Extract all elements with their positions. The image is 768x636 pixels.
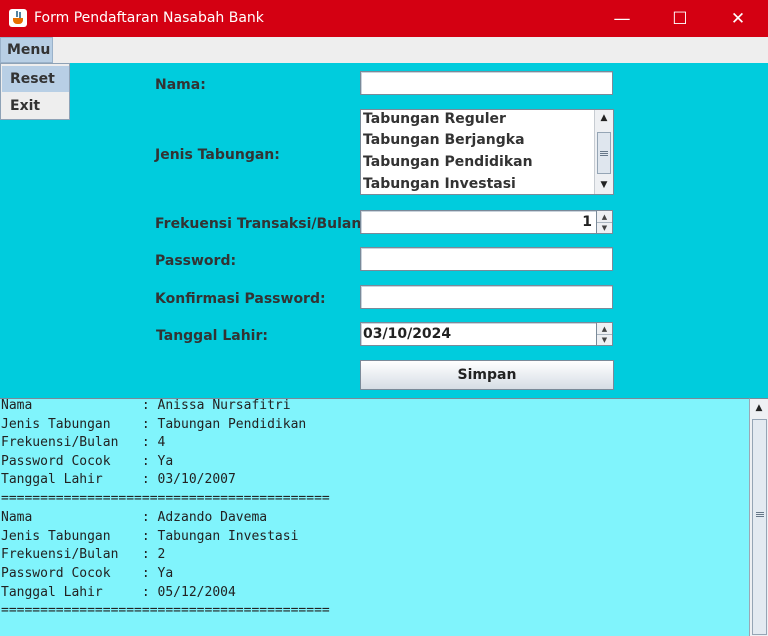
output-scrollbar[interactable]: ▲ — [749, 398, 768, 636]
output-line: Tanggal Lahir : 03/10/2007 — [1, 472, 236, 487]
jenis-tabungan-list[interactable]: Tabungan Reguler Tabungan Berjangka Tabu… — [360, 109, 614, 195]
output-separator: ========================================… — [1, 603, 330, 618]
output-line: Jenis Tabungan : Tabungan Investasi — [1, 529, 299, 544]
list-scroll-thumb[interactable] — [597, 132, 611, 174]
output-line: Password Cocok : Ya — [1, 566, 174, 581]
frekuensi-label: Frekuensi Transaksi/Bulan: — [155, 216, 367, 232]
nama-label: Nama: — [155, 77, 206, 93]
date-spinner-down-icon[interactable]: ▼ — [597, 334, 612, 345]
konfirmasi-password-label: Konfirmasi Password: — [155, 291, 326, 307]
password-input[interactable] — [360, 247, 613, 271]
output-line: Jenis Tabungan : Tabungan Pendidikan — [1, 417, 307, 432]
output-text-area[interactable]: Nama : Anissa Nursafitri Jenis Tabungan … — [0, 398, 750, 636]
list-item-investasi[interactable]: Tabungan Investasi — [363, 175, 516, 193]
list-item-pendidikan[interactable]: Tabungan Pendidikan — [363, 153, 533, 171]
tanggal-lahir-spinner-buttons: ▲ ▼ — [596, 322, 613, 346]
maximize-icon: ☐ — [672, 8, 688, 29]
output-scroll-thumb[interactable] — [752, 419, 767, 635]
spinner-down-icon[interactable]: ▼ — [597, 222, 612, 233]
menu-dropdown: Reset Exit — [0, 63, 70, 120]
password-label: Password: — [155, 253, 237, 269]
konfirmasi-password-input[interactable] — [360, 285, 613, 309]
title-bar[interactable]: Form Pendaftaran Nasabah Bank — ☐ ✕ — [0, 0, 768, 37]
menu-item-exit[interactable]: Exit — [2, 93, 69, 119]
frekuensi-spinner[interactable]: 1 — [360, 210, 597, 234]
minimize-icon: — — [613, 8, 631, 29]
list-item-berjangka[interactable]: Tabungan Berjangka — [363, 131, 525, 149]
maximize-button[interactable]: ☐ — [650, 0, 710, 37]
output-scroll-up-icon[interactable]: ▲ — [750, 400, 768, 416]
close-icon: ✕ — [730, 8, 746, 29]
close-button[interactable]: ✕ — [708, 0, 768, 37]
output-line: Nama : Adzando Davema — [1, 510, 268, 525]
output-line: Tanggal Lahir : 05/12/2004 — [1, 585, 236, 600]
frekuensi-spinner-buttons: ▲ ▼ — [596, 210, 613, 234]
list-scrollbar[interactable]: ▲ ▼ — [594, 110, 613, 194]
output-separator: ========================================… — [1, 491, 330, 506]
menu-bar: Menu — [0, 37, 768, 63]
tanggal-lahir-label: Tanggal Lahir: — [156, 328, 268, 344]
output-line: Frekuensi/Bulan : 2 — [1, 547, 166, 562]
output-line: Password Cocok : Ya — [1, 454, 174, 469]
window-title: Form Pendaftaran Nasabah Bank — [34, 10, 264, 26]
scroll-up-arrow-icon[interactable]: ▲ — [595, 110, 613, 126]
simpan-button[interactable]: Simpan — [360, 360, 614, 390]
menu-menu[interactable]: Menu — [0, 37, 53, 63]
jenis-tabungan-label: Jenis Tabungan: — [155, 147, 280, 163]
menu-item-reset[interactable]: Reset — [2, 66, 69, 92]
list-item-reguler[interactable]: Tabungan Reguler — [363, 110, 506, 128]
output-line: Nama : Anissa Nursafitri — [1, 398, 291, 413]
nama-input[interactable] — [360, 71, 613, 95]
tanggal-lahir-spinner[interactable]: 03/10/2024 — [360, 322, 597, 346]
java-app-icon — [9, 9, 27, 27]
minimize-button[interactable]: — — [592, 0, 652, 37]
scroll-down-arrow-icon[interactable]: ▼ — [595, 177, 613, 193]
output-line: Frekuensi/Bulan : 4 — [1, 435, 166, 450]
